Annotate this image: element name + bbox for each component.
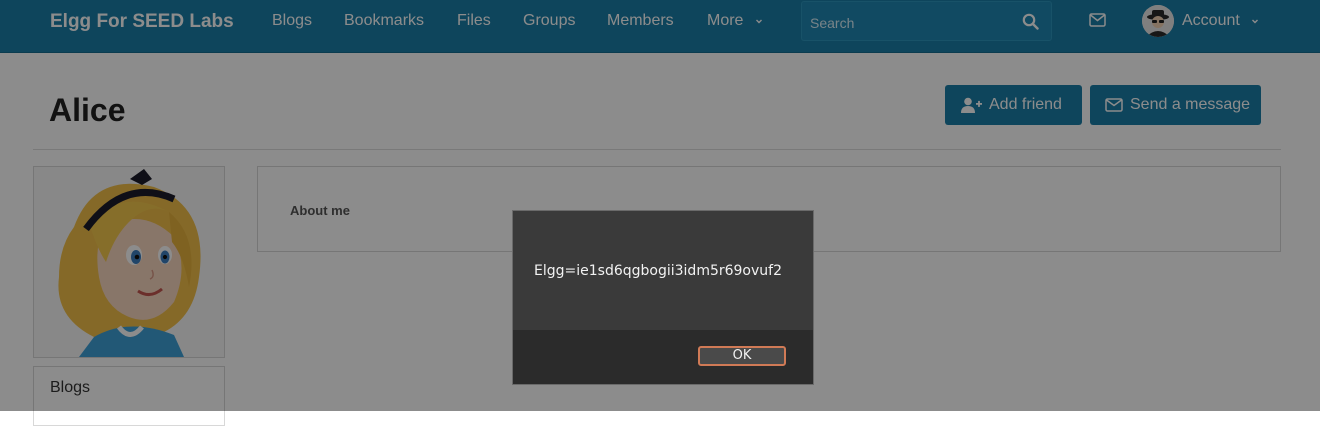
alert-message: Elgg=ie1sd6qgbogii3idm5r69ovuf2 [534, 263, 782, 279]
ok-button[interactable]: OK [698, 346, 786, 366]
alert-dialog: Elgg=ie1sd6qgbogii3idm5r69ovuf2 OK [512, 210, 814, 385]
